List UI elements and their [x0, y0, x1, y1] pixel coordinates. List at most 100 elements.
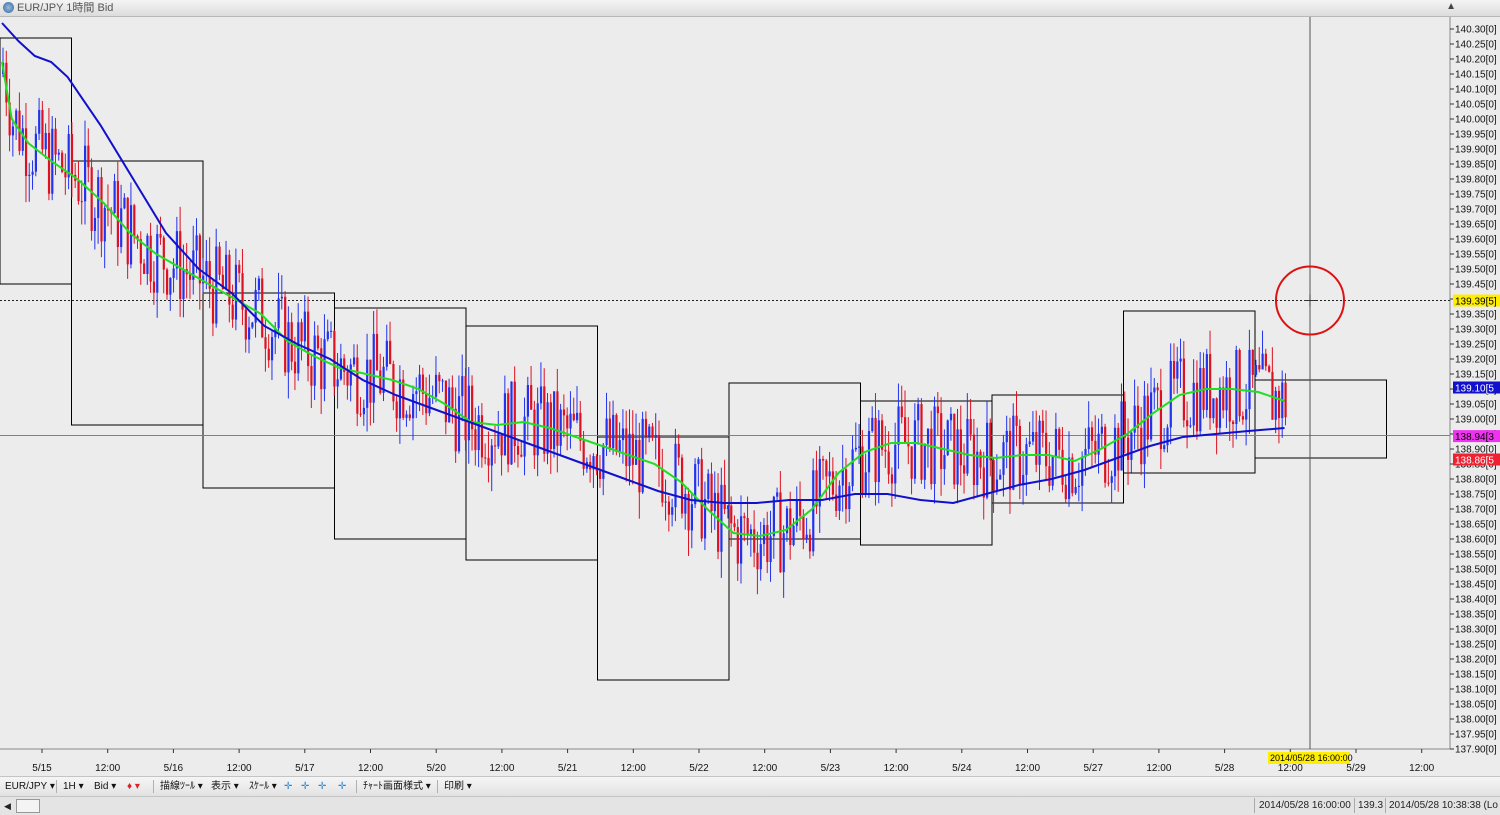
bear-candle [379, 370, 382, 393]
scroll-left-icon[interactable]: ◀ [4, 800, 11, 812]
y-tick-label: 138.65[0] [1455, 520, 1497, 531]
y-tick-label: 138.40[0] [1455, 595, 1497, 606]
bear-candle [598, 470, 602, 479]
bear-candle [487, 457, 490, 466]
status-price: 139.3 [1358, 800, 1384, 811]
candle-type-icon[interactable]: ♦ ▾ [127, 780, 140, 793]
bull-candle [772, 496, 775, 537]
bear-candle [992, 460, 995, 491]
shift-left-icon[interactable]: ✛ [318, 780, 326, 793]
bear-candle [425, 393, 428, 414]
bear-candle [766, 524, 769, 563]
bull-candle [674, 443, 677, 508]
bear-candle [1232, 421, 1235, 425]
timeframe-label: 1H [63, 781, 76, 792]
y-tick-label: 140.05[0] [1455, 100, 1497, 111]
bull-candle [726, 505, 730, 510]
bear-candle [333, 330, 336, 387]
bull-candle [1012, 415, 1015, 490]
toolbar-divider [437, 780, 438, 793]
shift-right-icon[interactable]: ✛ [338, 780, 346, 793]
bull-candle [828, 471, 831, 477]
y-tick-label: 139.50[0] [1455, 265, 1497, 276]
bear-candle [264, 337, 267, 349]
bear-candle [359, 413, 362, 415]
bull-candle [933, 406, 936, 485]
bull-candle [635, 439, 638, 465]
bear-candle [631, 433, 634, 465]
bull-candle [1245, 409, 1248, 420]
scale-dropdown[interactable]: ｽｹｰﾙ ▾ [249, 780, 277, 793]
bull-candle [1113, 427, 1117, 477]
y-tick-label: 139.70[0] [1455, 205, 1497, 216]
status-local-time: 2014/05/28 10:38:38 (Lo [1389, 800, 1498, 811]
bull-candle [559, 409, 562, 446]
bull-candle [67, 134, 70, 178]
bear-candle [979, 451, 982, 468]
bear-candle [1268, 366, 1271, 372]
price-type-dropdown[interactable]: Bid ▾ [94, 780, 116, 793]
bull-candle [448, 387, 451, 423]
bear-candle [70, 134, 74, 175]
bear-candle [644, 418, 648, 437]
chart-style-dropdown[interactable]: ﾁｬｰﾄ画面様式 ▾ [363, 780, 431, 793]
bull-candle [684, 493, 687, 514]
timeframe-dropdown[interactable]: 1H ▾ [63, 780, 84, 793]
bear-candle [1123, 401, 1126, 438]
bull-candle [838, 485, 841, 511]
bear-candle [316, 335, 320, 349]
bull-candle [986, 422, 989, 498]
y-tick-label: 137.90[0] [1455, 745, 1497, 756]
bear-candle [608, 418, 611, 449]
view-dropdown[interactable]: 表示 ▾ [211, 780, 239, 793]
y-tick-label: 138.60[0] [1455, 535, 1497, 546]
bear-candle [267, 348, 270, 361]
x-tick-label: 5/16 [164, 763, 184, 774]
x-tick-label: 12:00 [489, 763, 514, 774]
bear-candle [969, 418, 972, 435]
bear-candle [953, 413, 956, 485]
bear-candle [799, 499, 802, 516]
x-tick-label: 5/29 [1346, 763, 1366, 774]
chevron-up-icon[interactable]: ▲ [1446, 1, 1456, 12]
y-tick-label: 139.05[0] [1455, 400, 1497, 411]
x-tick-label: 5/28 [1215, 763, 1235, 774]
bear-candle [116, 180, 119, 248]
bear-candle [133, 205, 136, 237]
bear-candle [963, 465, 966, 474]
bull-candle [1110, 476, 1113, 483]
bear-candle [667, 501, 671, 515]
bear-candle [1172, 360, 1176, 379]
status-divider [1254, 798, 1255, 813]
bear-candle [661, 468, 664, 503]
bear-candle [959, 429, 962, 466]
bull-candle [1054, 428, 1058, 458]
bull-candle [864, 472, 867, 495]
candlestick-chart[interactable]: 140.30[0] 140.25[0] 140.20[0] 140.15[0] 140.… [0, 17, 1500, 775]
bull-candle [215, 246, 218, 324]
bull-candle [415, 391, 418, 395]
bull-candle [287, 322, 290, 373]
symbol-label: EUR/JPY [5, 781, 48, 792]
ma-fast-price-tag: 138.86[5 [1455, 456, 1494, 467]
x-tick-label: 12:00 [1146, 763, 1171, 774]
symbol-dropdown[interactable]: EUR/JPY ▾ [5, 780, 55, 793]
bear-candle [844, 469, 848, 510]
drawing-tools-dropdown[interactable]: 描線ﾂｰﾙ ▾ [160, 780, 203, 793]
print-dropdown[interactable]: 印刷 ▾ [444, 780, 472, 793]
bull-candle [28, 174, 31, 176]
bull-candle [1074, 487, 1077, 494]
bull-candle [1261, 353, 1264, 370]
bull-candle [467, 385, 470, 441]
y-tick-label: 138.45[0] [1455, 580, 1497, 591]
bear-candle [910, 446, 913, 479]
zoom-out-icon[interactable]: ✛ [301, 780, 309, 793]
zoom-in-icon[interactable]: ✛ [284, 780, 292, 793]
bear-candle [516, 446, 520, 455]
bull-candle [251, 322, 254, 328]
bear-candle [808, 534, 812, 552]
bull-candle [477, 415, 480, 451]
bull-candle [576, 412, 579, 421]
bear-candle [1090, 427, 1094, 441]
scroll-thumb[interactable] [16, 799, 40, 813]
